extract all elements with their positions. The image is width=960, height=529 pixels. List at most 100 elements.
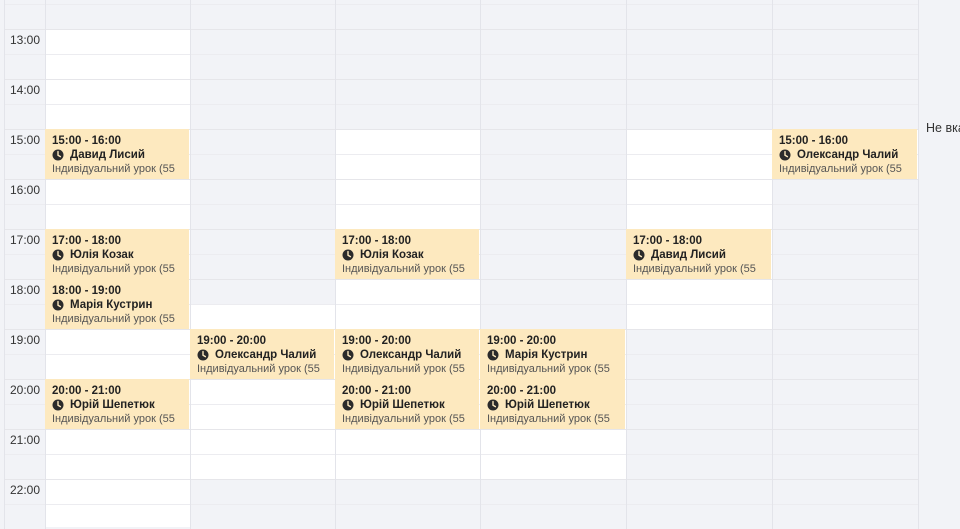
event-lesson-type: Індивідуальний урок (55 [633,263,756,275]
event-time: 19:00 - 20:00 [197,335,267,347]
clock-icon [487,349,499,361]
event-student-row: Олександр Чалий [779,148,917,162]
event-student-row: Давид Лисий [633,248,771,262]
grid-line [4,79,918,80]
event-student-row: Юлія Козак [52,248,189,262]
column-separator [480,0,481,529]
calendar-grid: 13:00 14:00 15:00 16:00 17:00 18:00 19:00 20:00… [0,0,960,529]
event-student-row: Олександр Чалий [342,348,479,362]
clock-icon [342,249,354,261]
grid-line [4,429,918,430]
grid-line [4,54,918,55]
event-time: 20:00 - 21:00 [342,385,412,397]
time-label: 21:00 [10,433,41,447]
clock-icon [633,249,645,261]
event-lesson-type: Індивідуальний урок (55 [52,413,175,425]
clock-icon [779,149,791,161]
time-label: 20:00 [10,383,41,397]
event-student-row: Олександр Чалий [197,348,334,362]
clock-icon [487,399,499,411]
event-time: 15:00 - 16:00 [779,135,849,147]
column-separator [772,0,773,529]
grid-line [4,454,918,455]
time-label: 16:00 [10,183,41,197]
time-label: 14:00 [10,83,41,97]
clock-icon [342,399,354,411]
lesson-event[interactable]: 20:00 - 21:00 Юрій Шепетюк Індивідуальний … [45,379,189,429]
event-time: 19:00 - 20:00 [487,335,557,347]
time-label: 17:00 [10,233,41,247]
event-lesson-type: Індивідуальний урок (55 [52,313,175,325]
event-student-name: Олександр Чалий [360,349,462,361]
event-student-name: Олександр Чалий [215,349,317,361]
time-label: 13:00 [10,33,41,47]
event-lesson-type: Індивідуальний урок (55 [487,413,610,425]
grid-line [4,104,918,105]
grid-line [4,479,918,480]
lesson-event[interactable]: 19:00 - 20:00 Олександр Чалий Індивідуальн… [190,329,334,379]
event-time: 15:00 - 16:00 [52,135,122,147]
event-time: 20:00 - 21:00 [52,385,122,397]
clock-icon [52,149,64,161]
event-time: 17:00 - 18:00 [52,235,122,247]
event-lesson-type: Індивідуальний урок (55 [487,363,610,375]
lesson-event[interactable]: 17:00 - 18:00 Юлія Козак Індивідуальний ур… [335,229,479,279]
event-time: 17:00 - 18:00 [342,235,412,247]
time-label: 18:00 [10,283,41,297]
column-separator [190,0,191,529]
event-lesson-type: Індивідуальний урок (55 [342,363,465,375]
lesson-event[interactable]: 19:00 - 20:00 Марія Кустрин Індивідуальний… [480,329,625,379]
event-time: 20:00 - 21:00 [487,385,557,397]
lesson-event[interactable]: 15:00 - 16:00 Давид Лисий Індивідуальний у… [45,129,189,179]
lesson-event[interactable]: 19:00 - 20:00 Олександр Чалий Індивідуальн… [335,329,479,379]
event-student-name: Юрій Шепетюк [360,399,445,411]
event-student-row: Марія Кустрин [52,298,189,312]
not-included-label: Не вка [926,121,960,135]
lesson-event[interactable]: 20:00 - 21:00 Юрій Шепетюк Індивідуальний … [480,379,625,429]
event-lesson-type: Індивідуальний урок (55 [342,413,465,425]
grid-line [4,179,918,180]
clock-icon [52,299,64,311]
event-time: 19:00 - 20:00 [342,335,412,347]
time-label: 19:00 [10,333,41,347]
event-student-name: Давид Лисий [651,249,726,261]
grid-line [4,29,918,30]
event-student-row: Марія Кустрин [487,348,625,362]
time-label: 15:00 [10,133,41,147]
event-student-name: Юрій Шепетюк [505,399,590,411]
lesson-event[interactable]: 17:00 - 18:00 Юлія Козак Індивідуальний ур… [45,229,189,279]
lesson-event[interactable]: 18:00 - 19:00 Марія Кустрин Індивідуальний… [45,279,189,329]
clock-icon [197,349,209,361]
event-time: 18:00 - 19:00 [52,285,122,297]
event-student-row: Юлія Козак [342,248,479,262]
grid-line [4,504,918,505]
event-student-row: Давид Лисий [52,148,189,162]
clock-icon [52,249,64,261]
event-lesson-type: Індивідуальний урок (55 [52,263,175,275]
grid-line [4,4,918,5]
event-lesson-type: Індивідуальний урок (55 [52,163,175,175]
event-student-name: Юлія Козак [70,249,134,261]
event-student-name: Олександр Чалий [797,149,899,161]
event-student-row: Юрій Шепетюк [52,398,189,412]
event-lesson-type: Індивідуальний урок (55 [779,163,902,175]
event-student-name: Марія Кустрин [70,299,153,311]
lesson-event[interactable]: 20:00 - 21:00 Юрій Шепетюк Індивідуальний … [335,379,479,429]
event-student-name: Юлія Козак [360,249,424,261]
clock-icon [342,349,354,361]
event-lesson-type: Індивідуальний урок (55 [342,263,465,275]
column-separator [4,0,5,529]
event-student-row: Юрій Шепетюк [487,398,625,412]
event-student-name: Юрій Шепетюк [70,399,155,411]
lesson-event[interactable]: 17:00 - 18:00 Давид Лисий Індивідуальний у… [626,229,771,279]
lesson-event[interactable]: 15:00 - 16:00 Олександр Чалий Індивідуальн… [772,129,917,179]
clock-icon [52,399,64,411]
event-student-row: Юрій Шепетюк [342,398,479,412]
event-student-name: Давид Лисий [70,149,145,161]
event-lesson-type: Індивідуальний урок (55 [197,363,320,375]
event-student-name: Марія Кустрин [505,349,588,361]
column-separator [918,0,919,529]
event-time: 17:00 - 18:00 [633,235,703,247]
grid-line [4,204,918,205]
time-label: 22:00 [10,483,41,497]
